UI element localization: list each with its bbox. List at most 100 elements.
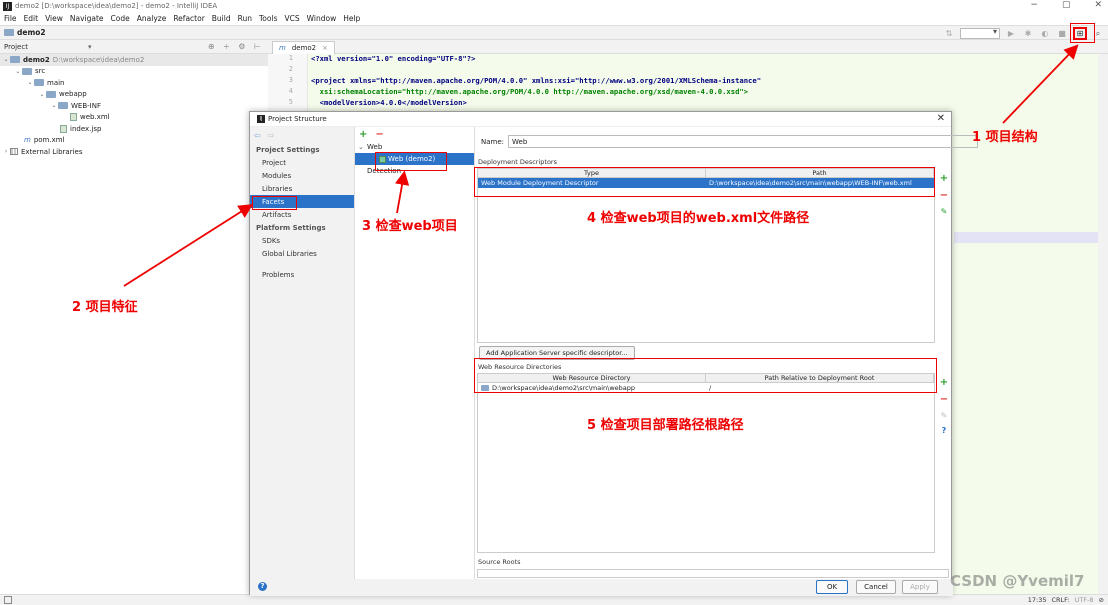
sidebar-item-libraries[interactable]: Libraries [250, 182, 354, 195]
tree-label: demo2 [23, 55, 50, 64]
remove-icon[interactable]: − [940, 190, 948, 201]
annotation-1: 1 项目结构 [972, 130, 1038, 145]
tree-label: webapp [59, 90, 87, 99]
project-panel-header: Project ▾ ⊕ ÷ ⚙ ⊢ [0, 40, 268, 54]
lock-icon[interactable]: ⊘ [1099, 596, 1104, 604]
build-icon[interactable]: ⇅ [943, 28, 955, 40]
close-tab-icon[interactable]: × [322, 44, 328, 52]
tree-item-index-jsp[interactable]: index.jsp [0, 123, 268, 135]
apply-button[interactable]: Apply [902, 580, 938, 594]
tree-item-web-inf[interactable]: ⌄ WEB-INF [0, 100, 268, 112]
tree-item-web-xml[interactable]: web.xml [0, 112, 268, 124]
name-field[interactable]: Web [508, 135, 979, 148]
help-icon[interactable]: ? [258, 582, 267, 591]
breadcrumb[interactable]: demo2 [4, 28, 46, 37]
tree-item-webapp[interactable]: ⌄ webapp [0, 89, 268, 101]
editor-tab-demo2[interactable]: m demo2 × [272, 41, 336, 54]
intellij-icon: IJ [3, 1, 12, 11]
facets-list: + − ⌄ Web Web (demo2) Detection [355, 127, 475, 579]
watermark: CSDN @Yvemil7 [950, 572, 1085, 590]
remove-icon[interactable]: − [940, 394, 948, 405]
chevron-down-icon[interactable]: ⌄ [26, 79, 34, 86]
chevron-down-icon[interactable]: ▾ [88, 43, 92, 51]
cancel-button[interactable]: Cancel [856, 580, 896, 594]
web-resource-directories-table[interactable]: Web Resource Directory Path Relative to … [477, 373, 935, 553]
menu-build[interactable]: Build [212, 14, 231, 23]
menu-view[interactable]: View [45, 14, 63, 23]
section-platform-settings: Platform Settings [256, 223, 326, 232]
chevron-right-icon[interactable]: › [2, 148, 10, 155]
menu-tools[interactable]: Tools [259, 14, 277, 23]
menu-vcs[interactable]: VCS [284, 14, 299, 23]
chevron-down-icon[interactable]: ⌄ [358, 143, 367, 151]
chevron-down-icon[interactable]: ⌄ [14, 68, 22, 75]
sidebar-item-global-libraries[interactable]: Global Libraries [250, 247, 354, 260]
help-icon[interactable]: ? [942, 426, 947, 435]
tree-item-src[interactable]: ⌄ src [0, 66, 268, 78]
coverage-icon[interactable]: ◐ [1039, 28, 1051, 40]
menu-analyze[interactable]: Analyze [137, 14, 167, 23]
source-roots-list[interactable] [477, 569, 949, 578]
minimize-button[interactable]: − [1030, 0, 1038, 10]
stop-icon[interactable]: ■ [1056, 28, 1068, 40]
sidebar-item-sdks[interactable]: SDKs [250, 234, 354, 247]
menu-edit[interactable]: Edit [24, 14, 39, 23]
code-line: <modelVersion>4.0.0</modelVersion> [311, 98, 467, 107]
editor-scroll-strip[interactable] [1098, 54, 1108, 594]
annotation-box-facets [252, 196, 297, 210]
run-config-select[interactable] [960, 27, 1000, 39]
edit-icon[interactable]: ✎ [941, 411, 948, 420]
menu-code[interactable]: Code [111, 14, 130, 23]
project-panel-title[interactable]: Project [4, 43, 28, 51]
add-icon[interactable]: + [940, 173, 948, 184]
line-number: 4 [288, 87, 293, 95]
menu-help[interactable]: Help [343, 14, 360, 23]
line-number: 5 [288, 98, 293, 106]
tree-item-external-libraries[interactable]: › External Libraries [0, 146, 268, 158]
debug-icon[interactable]: ✱ [1022, 28, 1034, 40]
back-arrow-icon[interactable]: ⇦ [254, 131, 261, 140]
sidebar-item-modules[interactable]: Modules [250, 169, 354, 182]
name-row: Name: Web [481, 135, 979, 148]
cursor-position[interactable]: 17:35 [1028, 596, 1047, 604]
code-line: <?xml version="1.0" encoding="UTF-8"?> [311, 54, 476, 63]
tool-window-toggle-icon[interactable] [4, 596, 12, 604]
add-icon[interactable]: + [940, 377, 948, 388]
sidebar-item-project[interactable]: Project [250, 156, 354, 169]
run-icon[interactable]: ▶ [1005, 28, 1017, 40]
maximize-button[interactable]: ▢ [1062, 0, 1071, 10]
menu-refactor[interactable]: Refactor [173, 14, 204, 23]
panel-tool-icons[interactable]: ⊕ ÷ ⚙ ⊢ [208, 42, 264, 51]
folder-icon [34, 79, 44, 87]
edit-icon[interactable]: ✎ [941, 207, 948, 216]
line-number: 3 [288, 76, 293, 84]
chevron-down-icon[interactable]: ⌄ [38, 91, 46, 98]
tree-item-demo2[interactable]: ⌄ demo2 D:\workspace\idea\demo2 [0, 54, 268, 66]
menu-file[interactable]: File [4, 14, 17, 23]
resource-dir-tools: + − ✎ ? [937, 377, 951, 435]
close-window-button[interactable]: ✕ [1094, 0, 1102, 10]
source-roots-label: Source Roots [478, 558, 521, 566]
tree-item-pom-xml[interactable]: m pom.xml [0, 135, 268, 147]
chevron-down-icon[interactable]: ⌄ [2, 56, 10, 63]
breadcrumb-project: demo2 [17, 28, 46, 37]
dialog-close-button[interactable]: ✕ [937, 113, 945, 124]
annotation-box-resource-dir [474, 358, 937, 393]
dialog-title-bar: IJ Project Structure ✕ [250, 112, 951, 127]
forward-arrow-icon[interactable]: ⇨ [268, 131, 275, 140]
line-separator[interactable]: CRLF: [1051, 596, 1069, 604]
chevron-down-icon[interactable]: ⌄ [50, 102, 58, 109]
tree-item-main[interactable]: ⌄ main [0, 77, 268, 89]
menu-run[interactable]: Run [238, 14, 252, 23]
ok-button[interactable]: OK [816, 580, 848, 594]
remove-icon[interactable]: − [375, 129, 383, 140]
xml-file-icon [70, 113, 77, 122]
file-encoding[interactable]: UTF-8 [1075, 596, 1094, 604]
menu-window[interactable]: Window [307, 14, 337, 23]
menu-navigate[interactable]: Navigate [70, 14, 104, 23]
sidebar-item-problems[interactable]: Problems [250, 268, 354, 281]
maven-icon: m [24, 136, 31, 145]
line-number: 1 [288, 54, 293, 62]
add-icon[interactable]: + [359, 129, 367, 140]
